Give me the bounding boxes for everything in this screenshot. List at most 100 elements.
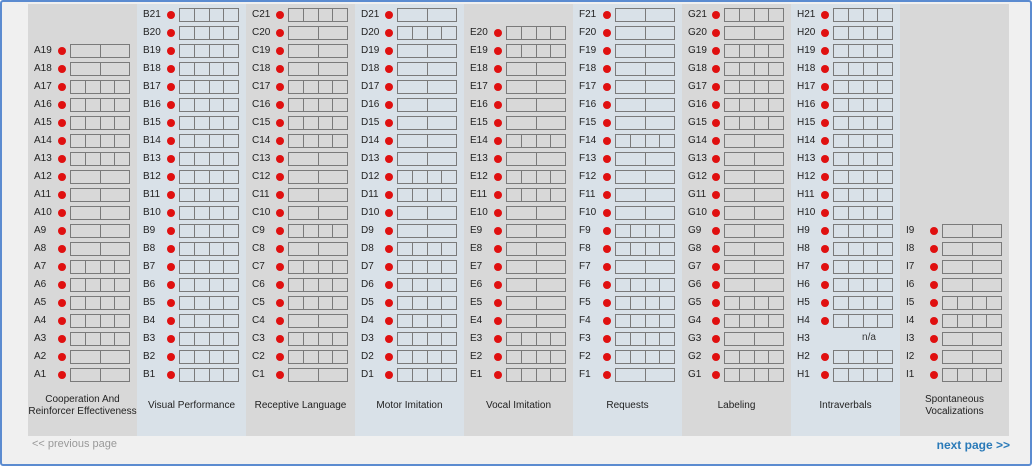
score-cell[interactable] — [768, 314, 784, 328]
score-cell[interactable] — [84, 296, 101, 310]
score-cell[interactable] — [550, 170, 566, 184]
score-cell[interactable] — [317, 44, 348, 58]
score-cell[interactable] — [862, 368, 879, 382]
score-cell[interactable] — [208, 314, 225, 328]
score-cell[interactable] — [70, 134, 86, 148]
score-cell[interactable] — [644, 296, 661, 310]
score-cell[interactable] — [520, 188, 537, 202]
score-cell[interactable] — [179, 296, 195, 310]
score-cell[interactable] — [179, 206, 195, 220]
score-cell[interactable] — [833, 98, 849, 112]
score-cell[interactable] — [506, 314, 537, 328]
score-cell[interactable] — [114, 260, 130, 274]
score-cell[interactable] — [397, 8, 428, 22]
score-cell[interactable] — [659, 296, 675, 310]
score-cell[interactable] — [397, 242, 413, 256]
score-cell[interactable] — [535, 44, 552, 58]
score-cell[interactable] — [332, 134, 348, 148]
score-cell[interactable] — [411, 350, 428, 364]
score-cell[interactable] — [615, 224, 631, 238]
score-cell[interactable] — [411, 314, 428, 328]
score-cell[interactable] — [223, 206, 239, 220]
score-cell[interactable] — [971, 278, 1002, 292]
score-cell[interactable] — [833, 260, 849, 274]
score-cell[interactable] — [208, 98, 225, 112]
score-cell[interactable] — [332, 98, 348, 112]
score-cell[interactable] — [535, 26, 552, 40]
score-cell[interactable] — [753, 206, 784, 220]
score-cell[interactable] — [441, 260, 457, 274]
score-cell[interactable] — [659, 332, 675, 346]
score-cell[interactable] — [411, 260, 428, 274]
score-cell[interactable] — [833, 44, 849, 58]
score-cell[interactable] — [768, 80, 784, 94]
score-cell[interactable] — [70, 278, 86, 292]
score-cell[interactable] — [302, 224, 319, 238]
score-cell[interactable] — [724, 242, 755, 256]
score-cell[interactable] — [288, 80, 304, 94]
score-cell[interactable] — [971, 332, 1002, 346]
score-cell[interactable] — [971, 242, 1002, 256]
score-cell[interactable] — [520, 368, 537, 382]
score-cell[interactable] — [833, 368, 849, 382]
score-cell[interactable] — [877, 350, 893, 364]
score-cell[interactable] — [847, 80, 864, 94]
score-cell[interactable] — [753, 314, 770, 328]
score-cell[interactable] — [193, 152, 210, 166]
score-cell[interactable] — [193, 260, 210, 274]
score-cell[interactable] — [179, 368, 195, 382]
score-cell[interactable] — [724, 368, 740, 382]
score-cell[interactable] — [738, 116, 755, 130]
score-cell[interactable] — [332, 296, 348, 310]
score-cell[interactable] — [615, 8, 646, 22]
score-cell[interactable] — [753, 26, 784, 40]
score-cell[interactable] — [862, 242, 879, 256]
score-cell[interactable] — [615, 296, 631, 310]
score-cell[interactable] — [193, 188, 210, 202]
score-cell[interactable] — [84, 314, 101, 328]
score-cell[interactable] — [535, 314, 566, 328]
score-cell[interactable] — [426, 350, 443, 364]
score-cell[interactable] — [644, 8, 675, 22]
score-cell[interactable] — [208, 134, 225, 148]
score-cell[interactable] — [426, 206, 457, 220]
score-cell[interactable] — [971, 260, 1002, 274]
score-cell[interactable] — [833, 224, 849, 238]
score-cell[interactable] — [193, 26, 210, 40]
score-cell[interactable] — [833, 170, 849, 184]
score-cell[interactable] — [862, 224, 879, 238]
score-cell[interactable] — [193, 350, 210, 364]
score-cell[interactable] — [114, 296, 130, 310]
score-cell[interactable] — [193, 278, 210, 292]
score-cell[interactable] — [862, 26, 879, 40]
score-cell[interactable] — [70, 314, 86, 328]
score-cell[interactable] — [193, 62, 210, 76]
score-cell[interactable] — [753, 44, 770, 58]
score-cell[interactable] — [738, 8, 755, 22]
score-cell[interactable] — [615, 242, 631, 256]
score-cell[interactable] — [223, 314, 239, 328]
score-cell[interactable] — [99, 44, 130, 58]
score-cell[interactable] — [223, 350, 239, 364]
score-cell[interactable] — [317, 224, 334, 238]
score-cell[interactable] — [847, 62, 864, 76]
score-cell[interactable] — [659, 224, 675, 238]
score-cell[interactable] — [317, 278, 334, 292]
score-cell[interactable] — [753, 224, 784, 238]
score-cell[interactable] — [426, 170, 443, 184]
score-cell[interactable] — [753, 152, 784, 166]
score-cell[interactable] — [833, 80, 849, 94]
score-cell[interactable] — [426, 8, 457, 22]
score-cell[interactable] — [738, 350, 755, 364]
score-cell[interactable] — [644, 260, 675, 274]
score-cell[interactable] — [956, 314, 973, 328]
score-cell[interactable] — [317, 26, 348, 40]
score-cell[interactable] — [753, 368, 770, 382]
score-cell[interactable] — [179, 224, 195, 238]
score-cell[interactable] — [288, 332, 304, 346]
score-cell[interactable] — [971, 350, 1002, 364]
score-cell[interactable] — [724, 314, 740, 328]
score-cell[interactable] — [426, 80, 457, 94]
score-cell[interactable] — [738, 44, 755, 58]
score-cell[interactable] — [99, 278, 116, 292]
